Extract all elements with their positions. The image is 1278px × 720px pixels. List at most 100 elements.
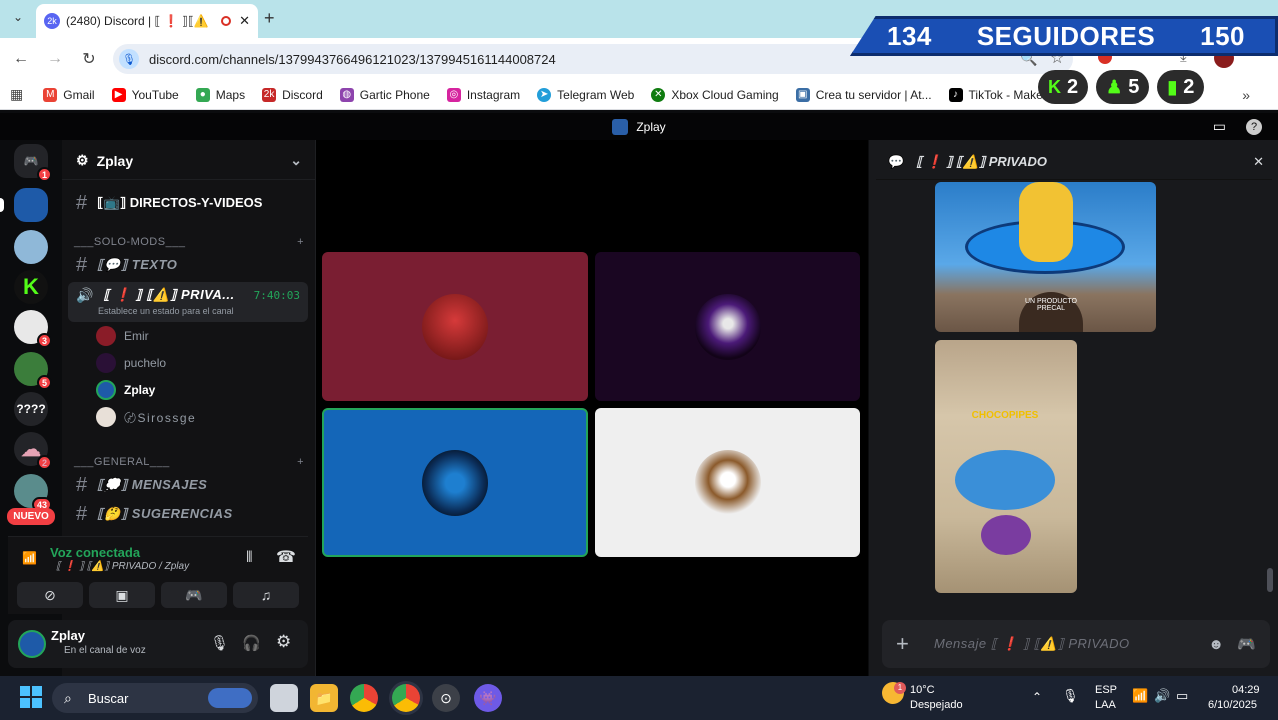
inbox-icon[interactable]: ▭: [1213, 118, 1226, 135]
battery-icon[interactable]: ▭: [1176, 688, 1188, 704]
disconnect-icon[interactable]: ☎: [276, 547, 296, 567]
clock-time[interactable]: 04:29: [1232, 684, 1260, 696]
category-solo-mods[interactable]: ___SOLO-MODS___ +: [74, 236, 304, 248]
followers-goal: 150: [1200, 20, 1245, 51]
bookmark-instagram[interactable]: ◎ Instagram: [446, 87, 520, 102]
chrome-icon[interactable]: [350, 684, 378, 712]
forward-icon[interactable]: →: [38, 42, 72, 76]
windows-start-icon[interactable]: [20, 686, 42, 708]
bookmark-aternos[interactable]: ▣ Crea tu servidor | At...: [795, 87, 932, 102]
headphones-icon[interactable]: 🎧: [242, 634, 261, 652]
voice-status[interactable]: Voz conectada: [50, 545, 140, 560]
chrome-active-icon[interactable]: [392, 684, 420, 712]
close-icon[interactable]: ✕: [1253, 154, 1264, 170]
volume-icon[interactable]: 🔊: [1154, 688, 1170, 704]
discord-icon: 2k: [262, 87, 277, 102]
bookmark-discord[interactable]: 2k Discord: [262, 87, 323, 102]
message-input[interactable]: + Mensaje ⟦ ❗ ⟧ ⟦⚠️⟧ PRIVADO ☻ 🎮: [882, 620, 1270, 668]
participant-tile[interactable]: [595, 252, 860, 401]
add-channel-icon[interactable]: +: [297, 236, 304, 248]
hash-icon: #: [76, 191, 88, 214]
emoji-icon[interactable]: ☻: [1208, 636, 1224, 653]
channel-texto[interactable]: # ⟦💬⟧ TEXTO: [66, 252, 308, 278]
voice-user[interactable]: Emir: [96, 324, 149, 348]
followers-label: SEGUIDORES: [976, 20, 1156, 51]
avatar[interactable]: [18, 630, 46, 658]
server-kick[interactable]: K: [14, 270, 48, 304]
bookmark-xbox[interactable]: ✕ Xbox Cloud Gaming: [651, 87, 779, 102]
person-icon: ♟: [1106, 76, 1123, 97]
bookmark-gartic[interactable]: ◍ Gartic Phone: [339, 87, 430, 102]
chat-image-attachment[interactable]: UN PRODUCTO PRECAL: [935, 182, 1156, 332]
category-general[interactable]: ___GENERAL___ +: [74, 456, 304, 468]
server-question[interactable]: ????: [14, 392, 48, 426]
add-attachment-icon[interactable]: +: [896, 631, 909, 657]
voice-location[interactable]: ⟦ ❗ ⟧ ⟦⚠️⟧ PRIVADO / Zplay: [56, 561, 189, 572]
weather-temp[interactable]: 10°C: [910, 684, 935, 696]
user-settings-icon[interactable]: ⚙: [276, 632, 291, 652]
wifi-icon[interactable]: 📶: [1132, 688, 1148, 704]
taskbar-search[interactable]: ⌕ Buscar: [52, 683, 258, 713]
reload-icon[interactable]: ↻: [72, 42, 106, 76]
participant-tile-speaking[interactable]: [322, 408, 588, 557]
activities-icon[interactable]: 🎮: [1237, 635, 1256, 653]
obs-icon[interactable]: ⊙: [432, 684, 460, 712]
weather-badge: 1: [894, 682, 906, 694]
bookmark-gmail[interactable]: M Gmail: [43, 87, 95, 102]
channel-sugerencias[interactable]: # ⟦🤔⟧ SUGERENCIAS: [66, 501, 308, 527]
avatar: [96, 380, 116, 400]
voice-user[interactable]: 〄Sirossge: [96, 405, 196, 429]
participant-tile[interactable]: [595, 408, 860, 557]
new-tab-icon[interactable]: +: [264, 8, 275, 29]
server-cloud[interactable]: ☁ 2: [14, 432, 52, 470]
server-9[interactable]: 43: [14, 474, 52, 512]
chat-image-attachment[interactable]: CHOCOPIPES: [935, 340, 1077, 593]
file-explorer-icon[interactable]: 📁: [310, 684, 338, 712]
chat-header: 💬 ⟦ ❗ ⟧ ⟦⚠️⟧ PRIVADO ✕: [876, 144, 1272, 180]
server-2[interactable]: [14, 230, 48, 264]
screen-share-button[interactable]: ▣: [89, 582, 155, 608]
bookmark-maps[interactable]: ● Maps: [195, 87, 245, 102]
voice-user[interactable]: Zplay: [96, 378, 155, 402]
help-icon[interactable]: ?: [1246, 118, 1262, 135]
back-icon[interactable]: ←: [4, 42, 38, 76]
server-header[interactable]: ⚙ Zplay ⌄: [62, 142, 316, 180]
direct-messages-icon[interactable]: 🎮 1: [14, 144, 52, 182]
server-5[interactable]: 5: [14, 352, 52, 390]
voice-channel-row[interactable]: 🔊 ⟦ ❗ ⟧ ⟦⚠️⟧ PRIVA... 7:40:03: [66, 282, 308, 308]
noise-suppression-icon[interactable]: ⦀: [246, 549, 253, 566]
add-channel-icon[interactable]: +: [297, 456, 304, 468]
participant-tile[interactable]: [322, 252, 588, 401]
browser-tab[interactable]: 2k (2480) Discord | ⟦ ❗ ⟧⟦⚠️ ✕: [36, 4, 258, 38]
user-panel: Zplay En el canal de voz 🎙 🎧 ⚙: [8, 620, 308, 668]
search-icon: ⌕: [64, 689, 72, 706]
microphone-icon[interactable]: 🎙: [210, 634, 229, 652]
channel-mensajes[interactable]: # ⟦💭⟧ MENSAJES: [66, 472, 308, 498]
task-view-icon[interactable]: [270, 684, 298, 712]
tab-search-icon[interactable]: ⌄: [8, 10, 28, 30]
activities-button[interactable]: 🎮: [161, 582, 227, 608]
camera-off-button[interactable]: ⊘: [17, 582, 83, 608]
clock-date[interactable]: 6/10/2025: [1208, 699, 1257, 711]
tab-close-icon[interactable]: ✕: [239, 13, 250, 29]
microphone-tray-icon[interactable]: 🎙: [1062, 688, 1079, 704]
soundboard-button[interactable]: ♫: [233, 582, 299, 608]
discord-taskbar-icon[interactable]: 👾: [474, 684, 502, 712]
more-bookmarks-icon[interactable]: »: [1242, 87, 1250, 103]
apps-grid-icon[interactable]: ▦: [10, 86, 23, 103]
language-secondary[interactable]: LAA: [1095, 699, 1116, 711]
site-info-icon[interactable]: 🎙: [119, 49, 139, 69]
channel-status-hint[interactable]: Establece un estado para el canal: [98, 306, 234, 316]
chat-scrollbar[interactable]: [1267, 568, 1273, 592]
language-primary[interactable]: ESP: [1095, 684, 1117, 696]
bookmark-telegram[interactable]: ➤ Telegram Web: [537, 87, 634, 102]
server-4[interactable]: 3: [14, 310, 52, 348]
channel-directos[interactable]: # ⟦📺⟧ DIRECTOS-Y-VIDEOS: [66, 190, 308, 216]
followers-banner: 134 SEGUIDORES 150: [850, 16, 1278, 56]
kick-badge: K2: [1038, 70, 1089, 104]
server-zplay[interactable]: [14, 188, 48, 222]
bookmark-youtube[interactable]: ▶ YouTube: [111, 87, 179, 102]
weather-desc[interactable]: Despejado: [910, 699, 963, 711]
chevron-up-icon[interactable]: ⌃: [1032, 690, 1042, 704]
voice-user[interactable]: puchelo: [96, 351, 166, 375]
